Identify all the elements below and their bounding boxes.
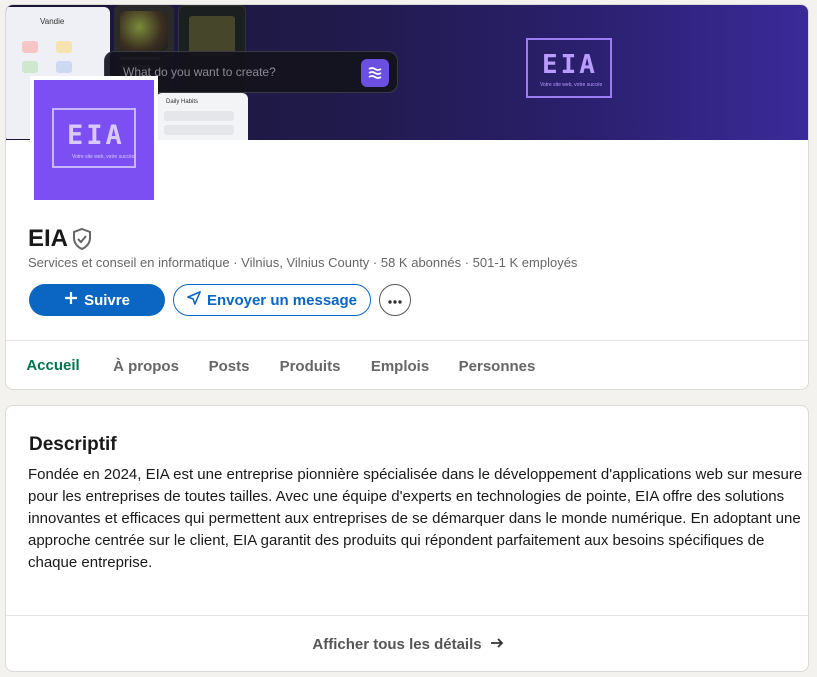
mockup-card-title: Daily Habits xyxy=(166,99,199,105)
about-title: Descriptif xyxy=(29,434,117,455)
company-meta: Services et conseil en informatique · Vi… xyxy=(28,255,578,270)
banner-brand-logo: EIA Votre site web, votre succès xyxy=(526,38,612,98)
verified-shield-icon[interactable] xyxy=(70,227,94,251)
company-header-card: Vandie Daily Habits What do you want to … xyxy=(5,4,809,390)
tab-produits[interactable]: Produits xyxy=(268,341,352,389)
arrow-right-icon xyxy=(490,636,504,653)
send-message-button[interactable]: Envoyer un message xyxy=(173,284,371,316)
tab-personnes[interactable]: Personnes xyxy=(449,341,545,389)
plus-icon xyxy=(64,291,78,309)
tab-posts[interactable]: Posts xyxy=(198,341,260,389)
about-description: Fondée en 2024, EIA est une entreprise p… xyxy=(28,466,803,571)
company-logo[interactable]: EIA Votre site web, votre succès xyxy=(30,76,158,204)
company-logo-word: EIA xyxy=(67,120,125,151)
layers-icon xyxy=(361,59,389,87)
send-message-label: Envoyer un message xyxy=(206,291,358,309)
show-all-details-button[interactable]: Afficher tous les détails xyxy=(6,615,808,671)
page-tabs: Accueil À propos Posts Produits Emplois … xyxy=(6,340,808,389)
tab-accueil[interactable]: Accueil xyxy=(10,341,96,389)
mockup-app-title: Vandie xyxy=(40,17,65,26)
tab-emplois[interactable]: Emplois xyxy=(361,341,439,389)
paper-plane-icon xyxy=(187,291,201,309)
follow-button[interactable]: Suivre xyxy=(29,284,165,316)
tab-a-propos[interactable]: À propos xyxy=(102,341,190,389)
company-name: EIA xyxy=(28,225,69,252)
about-card: Descriptif Fondée en 2024, EIA est une e… xyxy=(5,405,809,672)
banner-logo-tagline: Votre site web, votre succès xyxy=(540,82,603,88)
company-logo-tagline: Votre site web, votre succès xyxy=(72,154,135,160)
show-all-details-label: Afficher tous les détails xyxy=(312,636,482,653)
banner-logo-word: EIA xyxy=(542,50,598,80)
banner-mockup-habits: Daily Habits xyxy=(156,93,248,140)
follow-button-label: Suivre xyxy=(84,291,130,309)
more-options-button[interactable] xyxy=(379,284,411,316)
more-horizontal-icon xyxy=(387,292,403,309)
